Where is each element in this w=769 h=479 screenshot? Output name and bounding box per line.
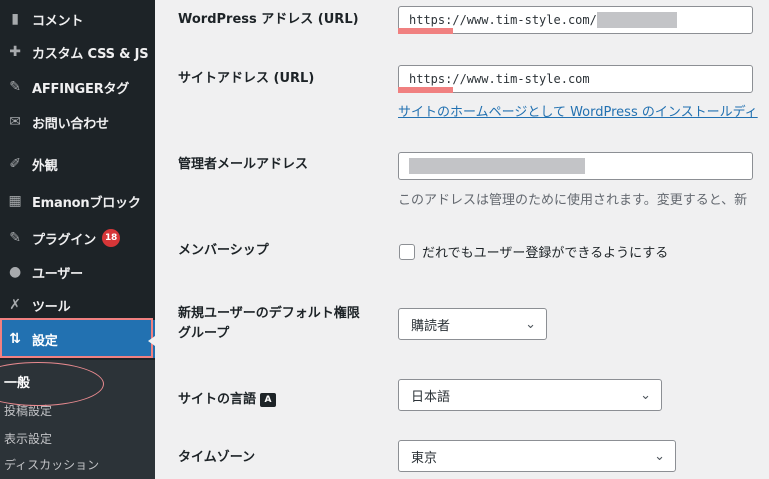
redacted-block — [596, 12, 677, 28]
site-language-label: サイトの言語 A — [178, 390, 277, 410]
admin-email-input[interactable] — [398, 152, 753, 180]
submenu-discussion[interactable]: ディスカッション — [4, 456, 99, 473]
admin-email-label: 管理者メールアドレス — [178, 157, 309, 172]
site-address-help-link[interactable]: サイトのホームページとして WordPress のインストールディ — [398, 101, 758, 120]
chevron-down-icon: ⌄ — [525, 316, 536, 332]
submenu-reading[interactable]: 表示設定 — [4, 430, 52, 447]
menu-item-label: プラグイン — [32, 232, 97, 248]
menu-item-emanon-block[interactable]: ▦ Emanonブロック — [0, 183, 155, 219]
comment-icon: ▮ — [11, 11, 19, 27]
menu-item-label: ツール — [32, 299, 71, 315]
pin-icon: ✎ — [9, 79, 21, 95]
timezone-select[interactable]: 東京 ⌄ — [398, 440, 676, 472]
mail-icon: ✉ — [9, 114, 21, 130]
menu-item-users[interactable]: ● ユーザー — [0, 254, 155, 290]
site-language-value: 日本語 — [411, 389, 451, 405]
wp-address-highlight — [398, 28, 453, 34]
menu-item-label: AFFINGERタグ — [32, 81, 130, 97]
menu-item-label: カスタム CSS & JS — [32, 46, 149, 62]
site-language-select[interactable]: 日本語 ⌄ — [398, 379, 662, 411]
chevron-down-icon: ⌄ — [640, 387, 651, 403]
wrench-icon: ✗ — [9, 297, 21, 313]
menu-item-label: 外観 — [32, 158, 58, 174]
admin-sidebar: ▮ コメント ✚ カスタム CSS & JS ✎ AFFINGERタグ ✉ お問… — [0, 0, 155, 479]
default-role-label: 新規ユーザーのデフォルト権限 グループ — [178, 304, 360, 344]
menu-item-custom-css-js[interactable]: ✚ カスタム CSS & JS — [0, 34, 155, 70]
default-role-label-line1: 新規ユーザーのデフォルト権限 — [178, 306, 360, 321]
membership-label: メンバーシップ — [178, 243, 269, 258]
redacted-block — [409, 158, 585, 174]
admin-email-description: このアドレスは管理のために使用されます。変更すると、新 — [398, 193, 748, 208]
site-address-value: https://www.tim-style.com — [409, 72, 590, 86]
chevron-down-icon: ⌄ — [654, 448, 665, 464]
update-count-badge: 18 — [102, 229, 121, 247]
menu-item-comments[interactable]: ▮ コメント — [0, 1, 155, 37]
menu-item-label: Emanonブロック — [32, 195, 141, 211]
current-menu-arrow — [148, 336, 155, 346]
menu-item-label: ユーザー — [32, 266, 83, 282]
menu-item-plugins[interactable]: ✎ プラグイン 18 — [0, 220, 155, 256]
settings-highlight-box — [0, 318, 153, 358]
plus-circle-icon: ✚ — [9, 44, 21, 60]
timezone-label: タイムゾーン — [178, 450, 256, 465]
plugin-icon: ✎ — [9, 230, 21, 246]
menu-item-affinger-tag[interactable]: ✎ AFFINGERタグ — [0, 69, 155, 105]
menu-item-label: お問い合わせ — [32, 116, 109, 132]
site-address-highlight — [398, 87, 453, 93]
site-address-label: サイトアドレス (URL) — [178, 71, 315, 86]
user-icon: ● — [8, 264, 22, 280]
default-role-select[interactable]: 購読者 ⌄ — [398, 308, 547, 340]
default-role-label-line2: グループ — [178, 326, 230, 341]
site-language-label-text: サイトの言語 — [178, 392, 257, 407]
menu-item-appearance[interactable]: ✐ 外観 — [0, 146, 155, 182]
menu-item-label: コメント — [32, 13, 84, 29]
wp-address-label: WordPress アドレス (URL) — [178, 12, 359, 27]
membership-checkbox-label[interactable]: だれでもユーザー登録ができるようにする — [422, 242, 668, 261]
wp-address-value: https://www.tim-style.com/ — [409, 13, 597, 27]
brush-icon: ✐ — [9, 156, 21, 172]
timezone-value: 東京 — [411, 450, 438, 466]
default-role-value: 購読者 — [411, 318, 451, 334]
menu-item-contact[interactable]: ✉ お問い合わせ — [0, 104, 155, 140]
translate-icon: A — [260, 392, 277, 407]
membership-checkbox[interactable] — [399, 244, 415, 260]
grid-icon: ▦ — [8, 193, 22, 209]
